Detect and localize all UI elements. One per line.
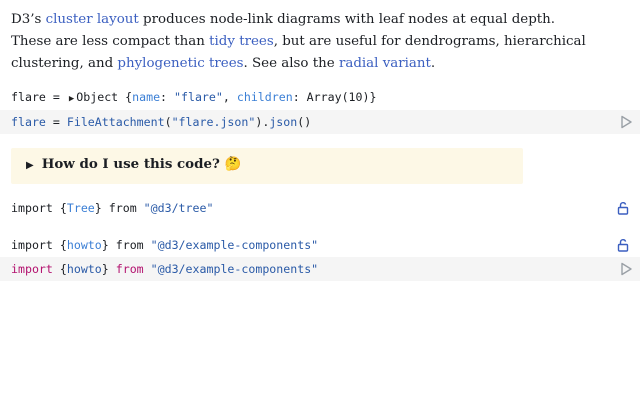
import-keyword: import bbox=[11, 238, 53, 252]
expand-triangle-icon[interactable]: ▶ bbox=[69, 94, 74, 104]
import-brace: { bbox=[52, 201, 67, 215]
output-colon: : bbox=[292, 90, 307, 104]
import-brace: { bbox=[52, 238, 67, 252]
intro-paragraph: D3’s cluster layout produces node-link d… bbox=[11, 9, 611, 75]
intro-text: D3’s bbox=[11, 12, 46, 27]
output-object-label[interactable]: Object { bbox=[76, 90, 132, 104]
code-cell-import-howto[interactable]: import {howto} from "@d3/example-compone… bbox=[0, 257, 640, 281]
import-brace: } bbox=[94, 201, 109, 215]
callout-summary[interactable]: ▶ How do I use this code? 🤔 bbox=[26, 156, 241, 172]
code-import-keyword: import bbox=[11, 262, 53, 276]
output-value-name: "flare" bbox=[174, 90, 223, 104]
code-line[interactable]: import {howto} from "@d3/example-compone… bbox=[11, 262, 318, 276]
code-paren: () bbox=[297, 115, 312, 129]
import-name: Tree bbox=[66, 201, 95, 215]
code-function: FileAttachment bbox=[66, 115, 165, 129]
import-brace: } bbox=[101, 238, 116, 252]
disclosure-triangle-icon[interactable]: ▶ bbox=[26, 160, 34, 171]
import-source: "@d3/example-components" bbox=[150, 238, 319, 252]
intro-text: . bbox=[430, 56, 436, 71]
from-keyword: from bbox=[115, 238, 144, 252]
import-keyword: import bbox=[11, 201, 53, 215]
code-from-keyword: from bbox=[115, 262, 144, 276]
run-icon[interactable] bbox=[619, 115, 633, 129]
import-name: howto bbox=[66, 238, 102, 252]
intro-text: clustering, and bbox=[11, 56, 118, 71]
output-separator: , bbox=[222, 90, 237, 104]
code-import-name: howto bbox=[66, 262, 102, 276]
import-source: "@d3/tree" bbox=[143, 201, 214, 215]
code-var-name: flare bbox=[11, 115, 46, 129]
unlock-icon[interactable] bbox=[616, 238, 630, 252]
link-cluster-layout[interactable]: cluster layout bbox=[46, 12, 139, 27]
output-colon: : bbox=[160, 90, 175, 104]
intro-text: These are less compact than bbox=[11, 34, 210, 49]
code-brace: } bbox=[101, 262, 116, 276]
output-equals: = bbox=[45, 90, 67, 104]
import-space bbox=[144, 238, 151, 252]
code-string: "flare.json" bbox=[171, 115, 256, 129]
code-cell-flare[interactable]: flare = FileAttachment("flare.json").jso… bbox=[0, 110, 640, 134]
link-radial-variant[interactable]: radial variant bbox=[339, 56, 431, 71]
unlock-icon[interactable] bbox=[616, 201, 630, 215]
intro-text: , but are useful for dendrograms, hierar… bbox=[273, 34, 586, 49]
from-keyword: from bbox=[108, 201, 137, 215]
code-brace: { bbox=[52, 262, 67, 276]
code-equals: = bbox=[45, 115, 67, 129]
output-close-brace: } bbox=[369, 90, 377, 104]
output-key-children: children bbox=[236, 90, 293, 104]
callout-title-text: How do I use this code? 🤔 bbox=[41, 156, 242, 172]
intro-text: produces node-link diagrams with leaf no… bbox=[138, 12, 556, 27]
intro-text: . See also the bbox=[243, 56, 339, 71]
code-method: json bbox=[269, 115, 298, 129]
code-paren: ( bbox=[164, 115, 172, 129]
import-tree-line: import {Tree} from "@d3/tree" bbox=[11, 201, 213, 215]
output-var-name: flare bbox=[11, 90, 46, 104]
code-paren: ). bbox=[255, 115, 270, 129]
output-value-children: Array(10) bbox=[306, 90, 370, 104]
run-icon[interactable] bbox=[619, 262, 633, 276]
import-howto-line: import {howto} from "@d3/example-compone… bbox=[11, 238, 318, 252]
output-key-name: name bbox=[132, 90, 161, 104]
link-tidy-trees[interactable]: tidy trees bbox=[209, 34, 274, 49]
link-phylogenetic-trees[interactable]: phylogenetic trees bbox=[117, 56, 243, 71]
flare-output: flare = ▶ Object {name: "flare", children… bbox=[11, 90, 376, 104]
howto-callout[interactable]: ▶ How do I use this code? 🤔 bbox=[11, 148, 523, 184]
code-line[interactable]: flare = FileAttachment("flare.json").jso… bbox=[11, 115, 311, 129]
code-import-source: "@d3/example-components" bbox=[150, 262, 319, 276]
import-space bbox=[137, 201, 144, 215]
